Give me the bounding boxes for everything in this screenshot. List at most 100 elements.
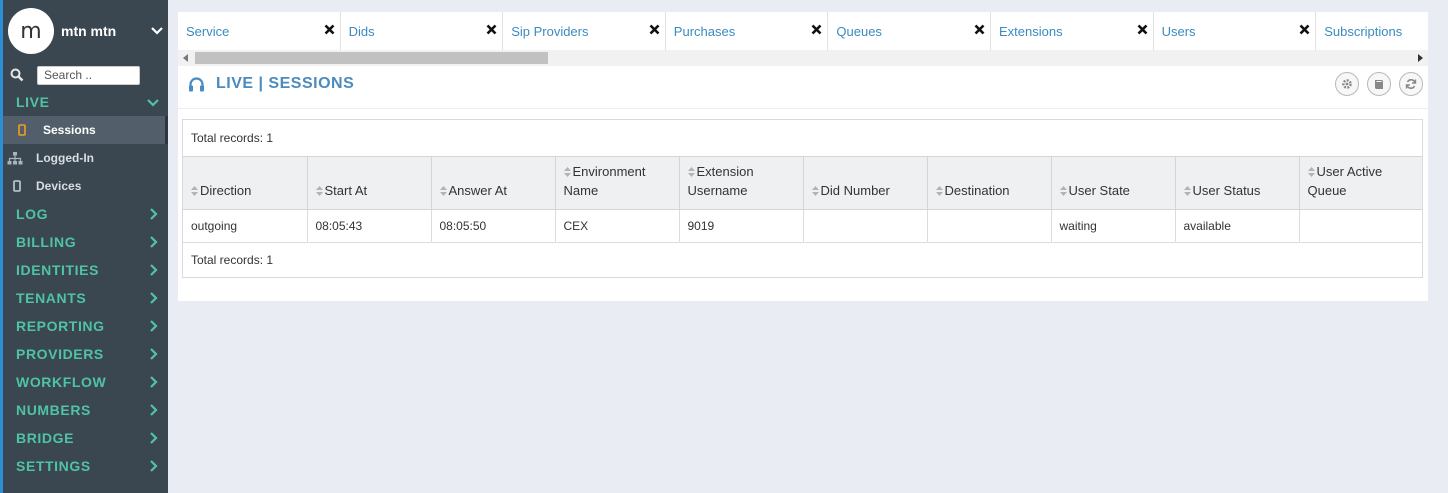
sort-icon[interactable] (1307, 167, 1315, 177)
sort-icon[interactable] (1183, 186, 1191, 196)
column-header-extension-username[interactable]: Extension Username (679, 156, 804, 210)
sort-icon[interactable] (811, 186, 819, 196)
sidebar-section-providers[interactable]: PROVIDERS (3, 340, 168, 368)
column-header-user-state[interactable]: User State (1051, 156, 1176, 210)
sidebar-section-live[interactable]: LIVE (3, 88, 168, 116)
sort-icon[interactable] (687, 167, 695, 177)
sidebar-item-logged-in[interactable]: Logged-In (3, 144, 168, 172)
close-icon[interactable] (324, 24, 335, 35)
sidebar-section-label: PROVIDERS (16, 346, 104, 362)
sort-icon[interactable] (563, 167, 571, 177)
sidebar-item-label: Devices (36, 179, 82, 193)
tab-label: Subscriptions (1324, 24, 1403, 39)
column-header-did-number[interactable]: Did Number (803, 156, 928, 210)
column-header-user-active-queue[interactable]: User Active Queue (1299, 156, 1422, 210)
column-header-user-status[interactable]: User Status (1175, 156, 1300, 210)
table-cell (1299, 209, 1422, 243)
tab-extensions[interactable]: Extensions (991, 12, 1154, 50)
sort-icon[interactable] (439, 186, 447, 196)
tab-service[interactable]: Service (178, 12, 341, 50)
sidebar-item-sessions[interactable]: Sessions (3, 116, 168, 144)
sidebar-section-tenants[interactable]: TENANTS (3, 284, 168, 312)
column-header-label: Start At (324, 183, 368, 198)
column-header-label: Environment (572, 164, 646, 179)
tab-scrollbar[interactable] (178, 50, 1428, 66)
sort-icon[interactable] (1059, 186, 1067, 196)
column-header-direction[interactable]: Direction (183, 156, 308, 210)
close-icon[interactable] (649, 24, 660, 35)
sidebar-section-reporting[interactable]: REPORTING (3, 312, 168, 340)
sidebar-section-bridge[interactable]: BRIDGE (3, 424, 168, 452)
sessions-table: Direction Start At Answer At Environment Nam… (183, 156, 1422, 243)
table-cell: 08:05:50 (431, 209, 556, 243)
refresh-button[interactable] (1399, 72, 1423, 96)
chevron-down-icon[interactable] (146, 27, 168, 35)
table-cell: 08:05:43 (307, 209, 432, 243)
column-header-label: Name (563, 183, 599, 198)
column-header-label: Username (687, 183, 748, 198)
close-icon[interactable] (1299, 24, 1310, 35)
close-icon[interactable] (486, 24, 497, 35)
sitemap-icon (7, 151, 23, 165)
tab-purchases[interactable]: Purchases (666, 12, 829, 50)
sidebar-section-billing[interactable]: BILLING (3, 228, 168, 256)
sidebar-item-label: Sessions (43, 123, 96, 137)
sidebar-section-label: SETTINGS (16, 458, 91, 474)
column-header-label: Direction (200, 183, 252, 198)
scroll-left-icon[interactable] (182, 54, 190, 62)
search-icon (10, 68, 24, 82)
chevron-right-icon (150, 404, 158, 416)
table-cell: available (1175, 209, 1300, 243)
gear-icon (1342, 79, 1352, 89)
docs-button[interactable] (1367, 72, 1391, 96)
sidebar-item-devices[interactable]: Devices (3, 172, 168, 200)
tab-users[interactable]: Users (1154, 12, 1317, 50)
scroll-right-icon[interactable] (1416, 54, 1424, 62)
sort-icon[interactable] (935, 186, 943, 196)
close-icon[interactable] (1137, 24, 1148, 35)
sort-icon[interactable] (315, 186, 323, 196)
tab-label: Extensions (999, 24, 1063, 39)
sidebar-section-settings[interactable]: SETTINGS (3, 452, 168, 480)
column-header-start-at[interactable]: Start At (307, 156, 432, 210)
tab-label: Sip Providers (511, 24, 589, 39)
tab-dids[interactable]: Dids (341, 12, 504, 50)
sessions-panel: LIVE | SESSIONS Total records: 1 Directi… (178, 66, 1428, 301)
sidebar-section-identities[interactable]: IDENTITIES (3, 256, 168, 284)
search-input[interactable] (37, 65, 140, 85)
column-header-label: Extension (696, 164, 754, 179)
tab-subscriptions[interactable]: Subscriptions (1316, 12, 1428, 50)
chevron-right-icon (150, 320, 158, 332)
sidebar-section-log[interactable]: LOG (3, 200, 168, 228)
sidebar-section-label: BRIDGE (16, 430, 75, 446)
column-header-environment-name[interactable]: Environment Name (555, 156, 680, 210)
column-header-label: User State (1068, 183, 1130, 198)
tab-label: Queues (836, 24, 882, 39)
tab-sip-providers[interactable]: Sip Providers (503, 12, 666, 50)
settings-button[interactable] (1335, 72, 1359, 96)
sidebar-item-label: Logged-In (36, 151, 94, 165)
chevron-right-icon (150, 348, 158, 360)
sort-icon[interactable] (191, 186, 198, 196)
total-records-top: Total records: 1 (191, 131, 274, 145)
close-icon[interactable] (974, 24, 985, 35)
tab-queues[interactable]: Queues (828, 12, 991, 50)
sidebar-section-workflow[interactable]: WORKFLOW (3, 368, 168, 396)
sidebar-section-numbers[interactable]: NUMBERS (3, 396, 168, 424)
tab-label: Users (1161, 24, 1196, 39)
chevron-down-icon (147, 99, 159, 107)
avatar[interactable]: m (8, 8, 54, 54)
close-icon[interactable] (811, 24, 822, 35)
sidebar-section-label: BILLING (16, 234, 77, 250)
sessions-grid: Total records: 1 Direction Start At Answer… (182, 119, 1423, 278)
table-row[interactable]: outgoing 08:05:43 08:05:50 CEX 9019 waiting av… (183, 209, 1422, 243)
sidebar-section-label: LIVE (16, 94, 50, 110)
user-name[interactable]: mtn mtn (61, 23, 146, 39)
scrollbar-thumb[interactable] (195, 52, 548, 64)
table-cell: outgoing (183, 209, 308, 243)
headset-icon (189, 77, 204, 92)
panel-header: LIVE | SESSIONS (178, 66, 1428, 109)
column-header-destination[interactable]: Destination (927, 156, 1052, 210)
column-header-label: User Status (1192, 183, 1261, 198)
column-header-answer-at[interactable]: Answer At (431, 156, 556, 210)
